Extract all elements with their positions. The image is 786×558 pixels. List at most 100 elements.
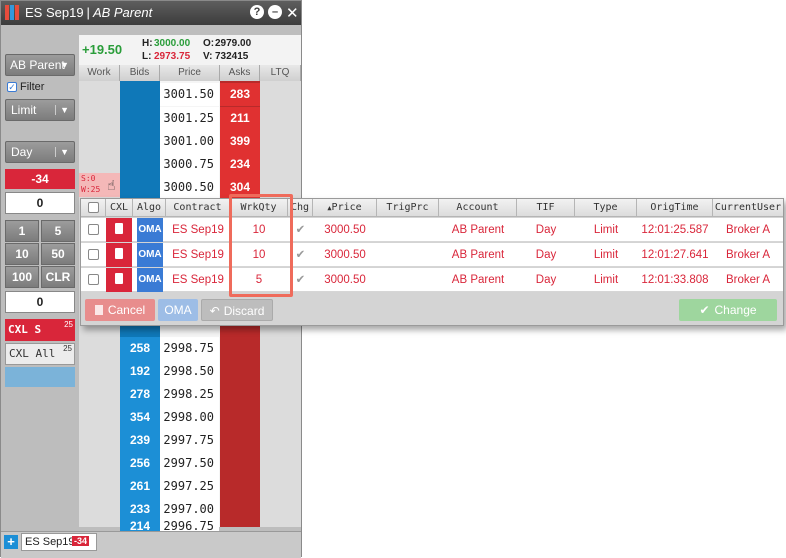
bid-cell[interactable]: 261: [120, 475, 160, 498]
title-bar[interactable]: ES Sep19 | AB Parent ? – ✕: [1, 1, 301, 25]
qty-clear-button[interactable]: CLR: [41, 266, 75, 288]
tab-label: ES Sep19: [25, 536, 75, 548]
column-header-asks[interactable]: Asks: [220, 65, 260, 81]
cxl-all-button[interactable]: CXL All 25: [5, 343, 75, 365]
filter-label: Filter: [20, 81, 45, 93]
chevron-down-icon: ▼: [60, 60, 69, 70]
order-type-select[interactable]: Limit ▼: [5, 99, 75, 121]
select-all-checkbox[interactable]: [88, 202, 99, 213]
disabled-action-button[interactable]: [5, 367, 75, 387]
row-checkbox[interactable]: [88, 224, 99, 235]
tif-value: Day: [11, 145, 33, 159]
working-orders-popup: CXL Algo Contract WrkQty Chg ▲Price Trig…: [80, 194, 784, 326]
price-cell: 2998.00: [160, 406, 219, 429]
position-display[interactable]: -34: [5, 169, 75, 189]
type-cell: Limit: [593, 224, 619, 236]
quantity-field[interactable]: 0: [5, 192, 75, 214]
discard-button[interactable]: ↶ Discard: [201, 299, 273, 321]
user-cell: Broker A: [725, 274, 771, 286]
order-row[interactable]: OMA ES Sep19 10 ✔ 3000.50 AB Parent Day …: [81, 243, 783, 267]
order-row[interactable]: OMA ES Sep19 5 ✔ 3000.50 AB Parent Day L…: [81, 268, 783, 292]
cancel-order-button[interactable]: [106, 268, 132, 292]
tab-position-badge: -34: [72, 536, 90, 546]
price-cell[interactable]: 3000.50: [313, 243, 377, 267]
working-s-label: S:0: [81, 174, 96, 183]
bid-cell[interactable]: 239: [120, 429, 160, 452]
hand-pointer-icon: ☝: [107, 177, 116, 193]
bid-cell[interactable]: 214: [120, 521, 160, 531]
header-tif[interactable]: TIF: [517, 199, 575, 217]
qty-button-5[interactable]: 5: [41, 220, 75, 242]
ask-cell[interactable]: 234: [220, 153, 260, 176]
ask-cell[interactable]: 399: [220, 130, 260, 153]
column-header-ltq[interactable]: LTQ: [260, 65, 301, 81]
oma-button[interactable]: OMA: [158, 299, 198, 321]
column-header-work[interactable]: Work: [79, 65, 120, 81]
row-checkbox[interactable]: [88, 274, 99, 285]
cxl-s-button[interactable]: CXL S 25: [5, 319, 75, 341]
header-algo[interactable]: Algo: [133, 199, 166, 217]
cancel-button[interactable]: Cancel: [85, 299, 155, 321]
change-button-label: Change: [714, 303, 757, 317]
chevron-down-icon: ▼: [55, 105, 69, 115]
working-w-label: W:25: [81, 185, 101, 194]
account-cell: AB Parent: [451, 249, 505, 261]
contract-cell: ES Sep19: [172, 224, 224, 236]
title-contract: ES Sep19: [25, 5, 84, 20]
quote-summary: +19.50 H: 3000.00 L: 2973.75 O: 2979.00 …: [79, 35, 301, 65]
header-currentuser[interactable]: CurrentUser: [713, 199, 783, 217]
working-order-marker[interactable]: S:0 W:25 ☝: [79, 173, 120, 197]
algo-oma-cell[interactable]: OMA: [137, 268, 163, 292]
undo-icon: ↶: [209, 304, 220, 318]
high-value: 3000.00: [154, 38, 191, 49]
bid-cell[interactable]: 192: [120, 360, 160, 383]
qty-button-100[interactable]: 100: [5, 266, 39, 288]
qty-button-1[interactable]: 1: [5, 220, 39, 242]
add-tab-icon[interactable]: +: [4, 535, 18, 549]
price-cell[interactable]: 3000.50: [313, 268, 377, 292]
algo-oma-cell[interactable]: OMA: [137, 243, 163, 267]
bid-cell[interactable]: 354: [120, 406, 160, 429]
cancel-order-button[interactable]: [106, 218, 132, 242]
filter-checkbox[interactable]: ✓: [7, 82, 17, 92]
header-price[interactable]: ▲Price: [313, 199, 377, 217]
select-all-header[interactable]: [81, 199, 106, 217]
price-cell[interactable]: 3000.50: [313, 218, 377, 242]
algo-oma-cell[interactable]: OMA: [137, 218, 163, 242]
qty-button-50[interactable]: 50: [41, 243, 75, 265]
cancel-order-button[interactable]: [106, 243, 132, 267]
help-icon[interactable]: ?: [250, 5, 264, 19]
cxl-s-label: CXL S: [8, 323, 42, 336]
minimize-icon[interactable]: –: [268, 5, 282, 19]
bid-cell[interactable]: 256: [120, 452, 160, 475]
change-button[interactable]: ✔ Change: [679, 299, 777, 321]
account-cell: AB Parent: [451, 224, 505, 236]
quantity-field-secondary[interactable]: 0: [5, 291, 75, 313]
header-type[interactable]: Type: [575, 199, 637, 217]
trash-icon: [115, 223, 123, 234]
header-origtime[interactable]: OrigTime: [637, 199, 713, 217]
bid-cell[interactable]: 278: [120, 383, 160, 406]
bid-cell[interactable]: 258: [120, 337, 160, 360]
price-cell: 2997.50: [160, 452, 219, 475]
header-trigprc[interactable]: TrigPrc: [377, 199, 439, 217]
tif-select[interactable]: Day ▼: [5, 141, 75, 163]
open-label: O:: [203, 38, 215, 49]
ask-cell[interactable]: 211: [220, 107, 260, 130]
ask-cell[interactable]: 283: [220, 83, 260, 106]
tab-es-sep19[interactable]: ES Sep19 -34: [21, 533, 97, 551]
origtime-cell: 12:01:25.587: [641, 224, 709, 236]
column-header-bids[interactable]: Bids: [120, 65, 160, 81]
row-checkbox[interactable]: [88, 249, 99, 260]
order-row[interactable]: OMA ES Sep19 10 ✔ 3000.50 AB Parent Day …: [81, 218, 783, 242]
discard-button-label: Discard: [223, 304, 265, 318]
column-header-price[interactable]: Price: [160, 65, 220, 81]
close-icon[interactable]: ✕: [286, 4, 299, 22]
qty-button-10[interactable]: 10: [5, 243, 39, 265]
header-cxl[interactable]: CXL: [106, 199, 133, 217]
title-account: AB Parent: [92, 5, 153, 20]
header-account[interactable]: Account: [439, 199, 517, 217]
header-contract[interactable]: Contract: [166, 199, 230, 217]
bid-cell[interactable]: 233: [120, 498, 160, 521]
account-select[interactable]: AB Parent ▼: [5, 54, 75, 76]
